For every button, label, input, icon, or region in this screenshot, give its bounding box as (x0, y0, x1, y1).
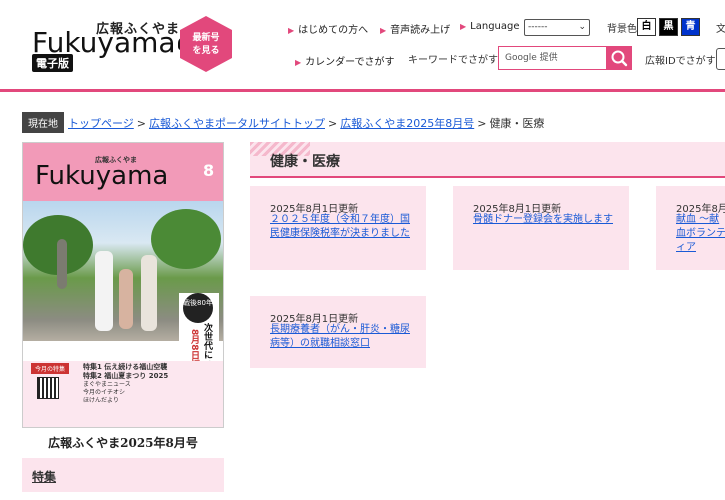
latest-issue-line1: 最新号 (192, 33, 220, 43)
site-logo[interactable]: 広報ふくやま Fukuyama 電子版 (30, 18, 196, 72)
text-size-label: 文 (716, 24, 725, 35)
triangle-right-icon: ▶ (380, 26, 387, 35)
person-figure (95, 251, 113, 331)
sidebar-section-special: 特集 (22, 458, 224, 492)
breadcrumb: トップページ > 広報ふくやまポータルサイトトップ > 広報ふくやま2025年8月号 > 健… (68, 117, 545, 130)
cover-caption: 広報ふくやま2025年8月号 (48, 436, 198, 450)
qr-code-icon (37, 377, 59, 399)
logo-badge: 電子版 (32, 54, 73, 72)
article-link[interactable]: 献血 ～献血ボランティア (676, 213, 725, 255)
section-title: 健康・医療 (270, 154, 340, 170)
triangle-right-icon: ▶ (288, 26, 295, 35)
breadcrumb-tag: 現在地 (22, 112, 64, 133)
breadcrumb-issue[interactable]: 広報ふくやま2025年8月号 (340, 117, 474, 130)
article-link[interactable]: ２０２５年度（令和７年度）国民健康保険税率が決まりました (270, 213, 414, 241)
cover-title: Fukuyama (35, 161, 169, 191)
article-card: 2025年8月1日更新 長期療養者（がん・肝炎・糖尿病等）の就職相談窓口 (250, 296, 426, 368)
special-feature-link[interactable]: 特集 (32, 468, 56, 485)
cover-issue-number: 8 (203, 161, 215, 180)
cover-badge: 戦後80年 (183, 293, 213, 323)
bg-blue-button[interactable]: 青 (681, 18, 700, 36)
search-input[interactable]: Google 提供 (498, 46, 606, 70)
triangle-right-icon: ▶ (295, 58, 302, 67)
search-button[interactable] (606, 46, 632, 70)
article-card: 2025年8月1日更新 ２０２５年度（令和７年度）国民健康保険税率が決まりました (250, 186, 426, 270)
search-icon (611, 50, 628, 67)
breadcrumb-top[interactable]: トップページ (68, 117, 134, 130)
breadcrumb-portal[interactable]: 広報ふくやまポータルサイトトップ (149, 117, 325, 130)
chevron-down-icon: ⌄ (578, 22, 586, 32)
breadcrumb-current: 健康・医療 (489, 117, 545, 130)
bg-black-button[interactable]: 黒 (659, 18, 678, 36)
bg-white-button[interactable]: 白 (637, 18, 656, 36)
cover-contents-list: 特集1 伝え続ける福山空襲 特集2 福山夏まつり 2025 まぐやまニュース 今… (83, 363, 169, 404)
beginners-link[interactable]: ▶ はじめての方へ (288, 21, 368, 36)
header-divider (0, 89, 725, 92)
latest-issue-line2: を見る (192, 46, 220, 56)
article-card: 2025年8月1日更新 骨髄ドナー登録会を実施します (453, 186, 629, 270)
person-figure (119, 269, 133, 329)
section-header: 健康・医療 (250, 142, 725, 178)
bg-color-label: 背景色 (607, 24, 637, 35)
keyword-search-label: キーワードでさがす (408, 55, 498, 66)
article-link[interactable]: 骨髄ドナー登録会を実施します (473, 213, 617, 227)
article-card: 2025年8月1日更新 献血 ～献血ボランティア (656, 186, 725, 270)
person-figure (141, 255, 157, 331)
id-search-label: 広報IDでさがす (645, 56, 716, 67)
article-link[interactable]: 長期療養者（がん・肝炎・糖尿病等）の就職相談窓口 (270, 323, 414, 351)
language-label: ▶ Language (460, 21, 520, 32)
issue-cover-image[interactable]: 広報ふくやま Fukuyama 8 戦後80年 次世代につなぐ 8月8日福山空襲… (22, 142, 224, 428)
triangle-right-icon: ▶ (460, 22, 467, 31)
calendar-link[interactable]: ▶ カレンダーでさがす (295, 53, 395, 68)
language-select[interactable]: ------ ⌄ (524, 19, 590, 36)
read-aloud-link[interactable]: ▶ 音声読み上げ (380, 21, 450, 36)
site-header: 広報ふくやま Fukuyama 電子版 最新号 を見る ▶ はじめての方へ ▶ 音声… (0, 0, 725, 90)
cover-contents-head: 今月の特集 (31, 363, 70, 374)
statue-figure (57, 239, 67, 289)
id-search-input[interactable] (716, 48, 725, 70)
latest-issue-button[interactable]: 最新号 を見る (180, 16, 232, 72)
